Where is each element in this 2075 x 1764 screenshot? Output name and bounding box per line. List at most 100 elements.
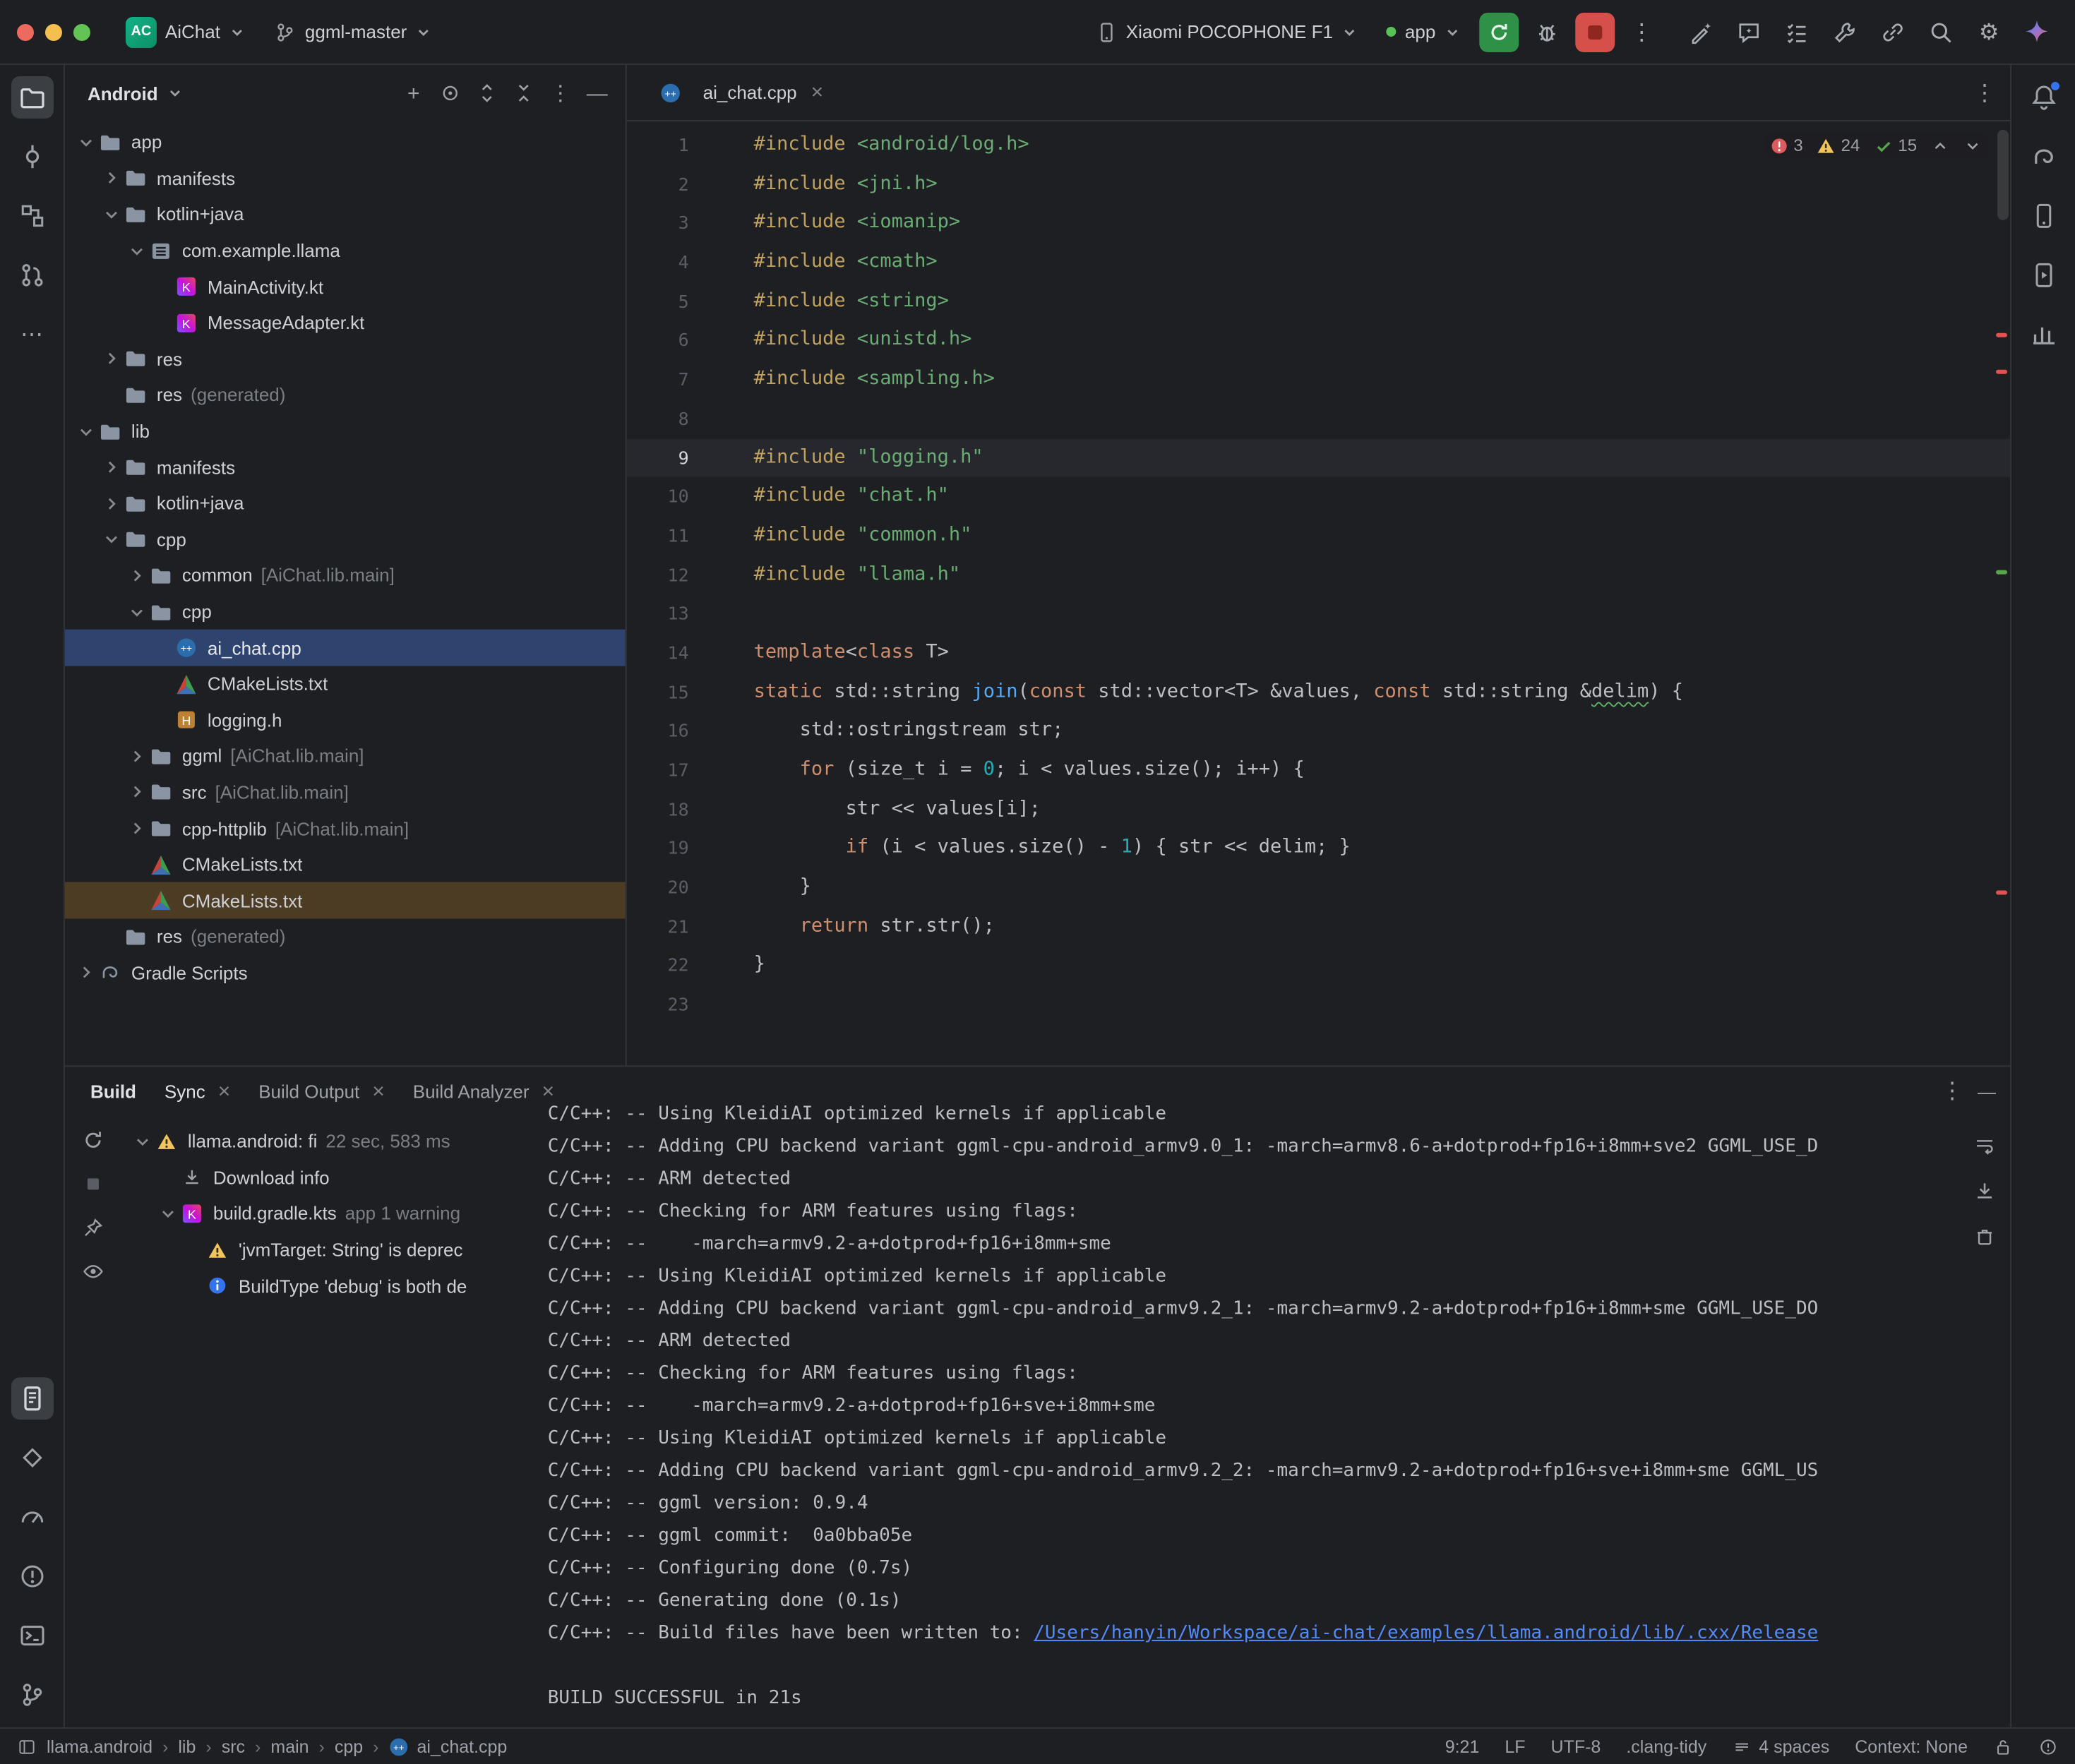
tab-build-output[interactable]: Build Output× [258,1079,385,1103]
caret-position[interactable]: 9:21 [1445,1736,1480,1756]
code-area[interactable]: 1#include <android/log.h>2#include <jni.… [627,121,2010,1065]
tab-ai-chat-cpp[interactable]: ++ ai_chat.cpp × [641,64,840,121]
code-line[interactable]: 2#include <jni.h> [627,164,2010,203]
project-tree-item[interactable]: res(generated) [65,377,626,413]
breadcrumb-item[interactable]: cpp [335,1736,363,1756]
stop-button[interactable] [1575,12,1615,52]
chevron-down-icon[interactable] [155,1204,179,1223]
chevron-down-icon[interactable] [167,85,184,102]
project-tree-item[interactable]: common[AiChat.lib.main] [65,558,626,594]
device-manager-button[interactable] [2022,195,2064,237]
code-line[interactable]: 14template<class T> [627,634,2010,673]
code-line[interactable]: 5#include <string> [627,282,2010,320]
chevron-right-icon[interactable] [124,819,148,839]
profiler-tool-button[interactable] [11,1496,53,1538]
project-tree-item[interactable]: kotlin+java [65,486,626,522]
project-tree-item[interactable]: res [65,341,626,377]
project-tree-item[interactable]: CMakeLists.txt [65,846,626,882]
more-tool-windows-button[interactable]: ⋯ [11,313,53,356]
project-tree-item[interactable]: cpp-httplib[AiChat.lib.main] [65,810,626,846]
code-line[interactable]: 20 } [627,868,2010,907]
clear-console-button[interactable] [1973,1225,1996,1247]
close-tab-icon[interactable]: × [372,1079,385,1103]
panel-options-button[interactable]: ⋮ [544,76,578,110]
ai-actions-button[interactable] [1682,13,1719,50]
soft-wrap-button[interactable] [1973,1134,1996,1157]
chevron-down-icon[interactable] [73,133,97,152]
project-tree-item[interactable]: com.example.llama [65,232,626,268]
hide-panel-button[interactable]: — [580,76,614,110]
build-tree-item[interactable]: 'jvmTarget: String' is deprec [121,1232,534,1268]
breadcrumb-item[interactable]: lib [178,1736,196,1756]
scrollbar-error-mark[interactable] [1996,333,2007,337]
collapse-all-button[interactable] [507,76,541,110]
code-line[interactable]: 15static std::string join(const std::vec… [627,673,2010,712]
tab-sync[interactable]: Sync× [165,1079,230,1103]
logcat-tool-button[interactable] [11,1377,53,1420]
code-style-widget[interactable]: 4 spaces [1732,1736,1829,1756]
breadcrumb-item[interactable]: llama.android [47,1736,153,1756]
add-button[interactable]: + [397,76,431,110]
editor-options-kebab[interactable]: ⋮ [1973,78,1996,107]
inspections-widget[interactable]: 3 24 15 [1764,133,1987,158]
device-selector[interactable]: Xiaomi POCOPHONE F1 [1085,15,1368,49]
breadcrumb-item[interactable]: src [222,1736,245,1756]
code-line[interactable]: 13 [627,594,2010,633]
code-line[interactable]: 22} [627,946,2010,985]
project-selector[interactable]: AC AiChat [116,11,256,53]
project-tree-item[interactable]: cpp [65,522,626,558]
code-line[interactable]: 3#include <iomanip> [627,204,2010,243]
next-issue-button[interactable] [1963,136,1982,155]
branch-selector[interactable]: ggml-master [264,15,442,49]
chevron-right-icon[interactable] [99,457,123,477]
build-panel-title[interactable]: Build [90,1080,136,1101]
filter-eye-button[interactable] [82,1260,104,1283]
editor-scrollbar-thumb[interactable] [1997,130,2009,220]
code-line[interactable]: 4#include <cmath> [627,243,2010,282]
code-line[interactable]: 23 [627,985,2010,1024]
chevron-right-icon[interactable] [99,169,123,188]
chevron-down-icon[interactable] [99,529,123,549]
chevron-right-icon[interactable] [99,493,123,513]
code-line[interactable]: 7#include <sampling.h> [627,360,2010,399]
chevron-down-icon[interactable] [124,241,148,260]
context-widget[interactable]: Context: None [1855,1736,1968,1756]
commit-tool-button[interactable] [11,136,53,178]
app-inspection-tool-button[interactable] [11,1436,53,1479]
project-tree-item[interactable]: lib [65,413,626,449]
rerun-app-button[interactable] [1479,12,1519,52]
build-tree-item[interactable]: Kbuild.gradle.ktsapp 1 warning [121,1196,534,1232]
line-ending[interactable]: LF [1505,1736,1525,1756]
project-tree-item[interactable]: manifests [65,449,626,485]
task-list-button[interactable] [1778,13,1815,50]
version-control-tool-button[interactable] [11,1674,53,1716]
locate-file-button[interactable] [433,76,467,110]
analyzer-status[interactable]: .clang-tidy [1626,1736,1706,1756]
project-tree-item[interactable]: ++ai_chat.cpp [65,630,626,666]
gemini-button[interactable] [2019,13,2055,50]
close-tab-icon[interactable]: × [811,80,824,104]
build-tree-item[interactable]: BuildType 'debug' is both de [121,1268,534,1304]
project-tree-item[interactable]: res(generated) [65,919,626,955]
code-line[interactable]: 8 [627,399,2010,438]
run-config-selector[interactable]: app [1377,16,1471,48]
code-line[interactable]: 12#include "llama.h" [627,556,2010,594]
debug-button[interactable] [1527,12,1567,52]
previous-issue-button[interactable] [1931,136,1949,155]
lock-icon[interactable] [1993,1736,2013,1756]
build-tree-item[interactable]: Download info [121,1160,534,1196]
minimize-window-button[interactable] [45,23,62,40]
code-line[interactable]: 19 if (i < values.size() - 1) { str << d… [627,829,2010,868]
project-tree-item[interactable]: KMainActivity.kt [65,269,626,305]
project-tree-item[interactable]: CMakeLists.txt [65,882,626,918]
chevron-down-icon[interactable] [99,205,123,224]
warning-count[interactable]: 24 [1817,136,1860,155]
chevron-down-icon[interactable] [73,421,97,441]
code-line[interactable]: 16 std::ostringstream str; [627,712,2010,750]
code-line[interactable]: 11#include "common.h" [627,516,2010,555]
project-tree-item[interactable]: ggml[AiChat.lib.main] [65,738,626,774]
scroll-to-end-button[interactable] [1973,1180,1996,1202]
breadcrumb-item[interactable]: ++ai_chat.cpp [389,1735,508,1758]
project-view-selector[interactable]: Android [88,83,158,104]
project-tree-item[interactable]: KMessageAdapter.kt [65,305,626,341]
